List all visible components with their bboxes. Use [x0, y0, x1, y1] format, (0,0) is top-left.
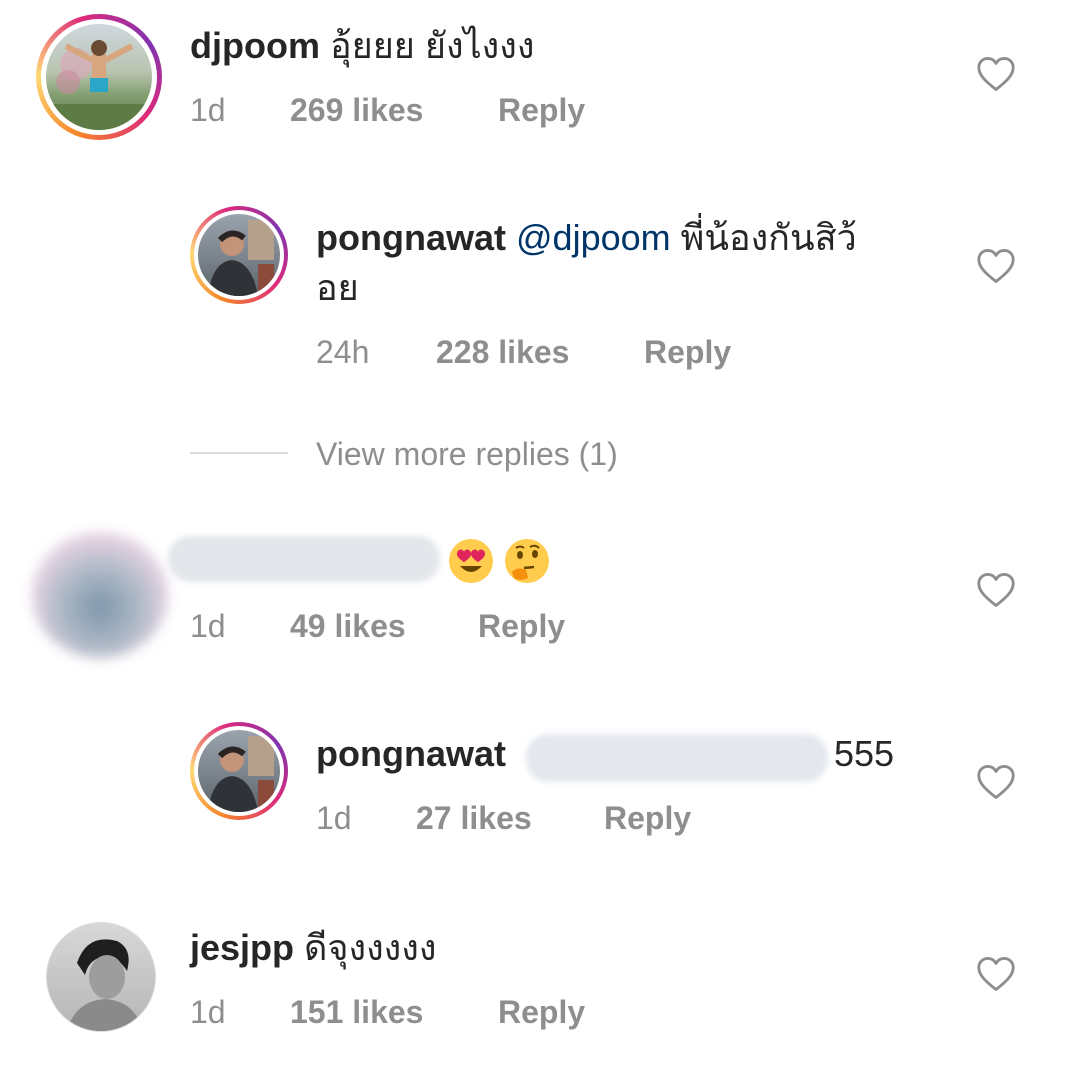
username[interactable]: djpoom: [190, 25, 320, 66]
mention-link[interactable]: @djpoom: [516, 217, 671, 258]
comment-text-continuation: อย: [316, 266, 359, 310]
reply-button[interactable]: Reply: [498, 992, 585, 1032]
comment-meta: 24h 228 likes Reply: [316, 332, 816, 372]
comment-body: พี่น้องกันสิว้: [680, 217, 857, 258]
reply-button[interactable]: Reply: [644, 332, 731, 372]
avatar: [198, 730, 280, 812]
likes-count[interactable]: 49 likes: [290, 606, 406, 646]
avatar-story-ring[interactable]: [190, 722, 288, 820]
comment-text: pongnawat: [316, 732, 506, 776]
comment-body: อย: [316, 267, 359, 308]
avatar[interactable]: [32, 532, 168, 658]
likes-count[interactable]: 151 likes: [290, 992, 423, 1032]
timestamp: 1d: [316, 800, 352, 836]
avatar: [46, 24, 152, 130]
username[interactable]: pongnawat: [316, 733, 506, 774]
comment-body: อุ้ยยย ยังไงงง: [330, 25, 535, 66]
view-more-replies-button[interactable]: View more replies (1): [316, 434, 618, 474]
avatar-story-ring[interactable]: [36, 14, 162, 140]
thinking-face-emoji-icon: [504, 538, 550, 584]
timestamp: 1d: [190, 92, 226, 128]
view-more-divider: [190, 452, 288, 454]
comment-item: 1d 49 likes Reply: [0, 520, 1080, 680]
username[interactable]: jesjpp: [190, 927, 294, 968]
reply-button[interactable]: Reply: [604, 798, 691, 838]
comment-item: jesjpp ดีจุงงงงง 1d 151 likes Reply: [0, 910, 1080, 1060]
comment-meta: 1d 151 likes Reply: [190, 992, 690, 1032]
heart-outline-icon[interactable]: [976, 56, 1016, 92]
reply-item: pongnawat @djpoom พี่น้องกันสิว้ อย 24h …: [0, 190, 1080, 390]
blurred-mention: [526, 734, 828, 782]
username[interactable]: pongnawat: [316, 217, 506, 258]
comment-meta: 1d 49 likes Reply: [190, 606, 690, 646]
avatar: [198, 214, 280, 296]
likes-count[interactable]: 228 likes: [436, 332, 569, 372]
timestamp: 1d: [190, 608, 226, 644]
comment-body: ดีจุงงงงง: [304, 927, 437, 968]
reply-button[interactable]: Reply: [498, 90, 585, 130]
heart-outline-icon[interactable]: [976, 764, 1016, 800]
heart-outline-icon[interactable]: [976, 572, 1016, 608]
heart-outline-icon[interactable]: [976, 956, 1016, 992]
comment-meta: 1d 27 likes Reply: [316, 798, 816, 838]
comment-text: djpoom อุ้ยยย ยังไงงง: [190, 24, 534, 68]
reply-button[interactable]: Reply: [478, 606, 565, 646]
likes-count[interactable]: 27 likes: [416, 798, 532, 838]
comment-body: 555: [834, 733, 895, 774]
avatar[interactable]: [46, 922, 156, 1032]
reply-item: pongnawat 555 1d 27 likes Reply: [0, 710, 1080, 870]
comment-item: djpoom อุ้ยยย ยังไงงง 1d 269 likes Reply: [0, 0, 1080, 160]
likes-count[interactable]: 269 likes: [290, 90, 423, 130]
timestamp: 1d: [190, 994, 226, 1030]
blurred-username: [168, 536, 440, 582]
heart-eyes-emoji-icon: [448, 538, 494, 584]
comment-text: pongnawat @djpoom พี่น้องกันสิว้: [316, 216, 857, 260]
comment-meta: 1d 269 likes Reply: [190, 90, 690, 130]
comment-text: jesjpp ดีจุงงงงง: [190, 926, 436, 970]
avatar-story-ring[interactable]: [190, 206, 288, 304]
timestamp: 24h: [316, 334, 370, 370]
heart-outline-icon[interactable]: [976, 248, 1016, 284]
